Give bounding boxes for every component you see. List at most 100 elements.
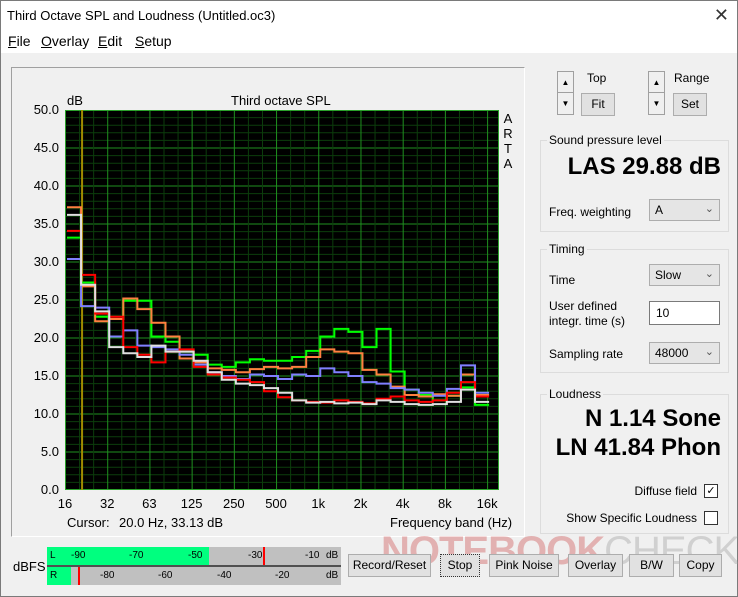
meter-tick: -40 [217,570,232,581]
time-select[interactable]: Slow ⌄ [649,264,720,286]
menu-edit-label: dit [107,33,123,49]
loudness-n-value: N 1.14 Sone [584,405,721,432]
y-tick-label: 25.0 [33,292,59,307]
y-tick-label: 10.0 [33,406,59,421]
range-label: Range [674,71,710,85]
diffuse-field-checkbox[interactable]: ✓ [704,484,718,498]
level-meter: L -90 -70 -50 -30 -10 dB R -80 -60 -40 -… [47,547,341,585]
y-tick-label: 45.0 [33,140,59,155]
top-label: Top [587,71,607,85]
freq-weighting-select[interactable]: A ⌄ [649,199,720,221]
title-bar: Third Octave SPL and Loudness (Untitled.… [1,1,737,31]
spl-plot[interactable] [65,110,499,490]
menu-edit[interactable]: Edit [98,33,122,49]
sampling-rate-value: 48000 [655,346,689,360]
timing-group-title: Timing [547,242,587,256]
pink-noise-button[interactable]: Pink Noise [489,554,559,577]
x-tick-label: 16k [476,496,498,511]
meter-tick: dB [326,550,339,561]
copy-button[interactable]: Copy [679,554,722,577]
meter-tick: -90 [71,550,86,561]
menu-file[interactable]: File [8,33,31,49]
spl-group-title: Sound pressure level [547,133,664,147]
x-tick-label: 2k [353,496,368,511]
meter-tick: -20 [275,570,290,581]
dbfs-label: dBFS [13,559,46,574]
meter-right-row: R -80 -60 -40 -20 dB [47,567,341,585]
integr-time-input[interactable]: 10 [649,301,720,325]
window-title: Third Octave SPL and Loudness (Untitled.… [7,8,276,23]
y-tick-label: 0.0 [40,482,59,497]
specific-loudness-label: Show Specific Loudness [566,511,697,525]
freq-weighting-value: A [655,203,664,217]
arta-letter: R [503,126,513,141]
fit-button[interactable]: Fit [581,93,615,116]
overlay-button[interactable]: Overlay [568,554,623,577]
x-tick-label: 1k [311,496,326,511]
sampling-rate-select[interactable]: 48000 ⌄ [649,342,720,364]
loudness-ln-value: LN 41.84 Phon [555,434,721,461]
x-tick-label: 16 [57,496,73,511]
menu-overlay-label: verlay [51,33,90,49]
meter-left-peak [263,547,266,565]
plot-title: Third octave SPL [231,93,331,108]
meter-tick: dB [326,570,339,581]
close-icon[interactable]: ✕ [714,5,729,26]
y-tick-label: 20.0 [33,330,59,345]
meter-tick: -30 [248,550,263,561]
top-down-icon[interactable]: ▼ [558,93,573,114]
y-unit-label: dB [67,93,83,108]
bw-button[interactable]: B/W [629,554,674,577]
menu-edit-mnemonic: E [98,33,108,49]
menu-overlay-mnemonic: O [41,33,52,49]
menu-overlay[interactable]: Overlay [41,33,89,49]
x-tick-label: 250 [222,496,245,511]
cursor-value: 20.0 Hz, 33.13 dB [119,515,224,530]
range-up-icon[interactable]: ▲ [649,72,664,93]
top-spinner[interactable]: ▲ ▼ [557,71,574,115]
freq-weighting-label: Freq. weighting [549,205,632,219]
arta-brand: A R T A [502,111,514,171]
range-spinner[interactable]: ▲ ▼ [648,71,665,115]
chevron-down-icon: ⌄ [704,346,714,358]
x-tick-label: 500 [265,496,287,511]
y-tick-label: 5.0 [40,444,59,459]
time-label: Time [549,273,576,287]
y-tick-label: 40.0 [33,178,59,193]
meter-right-channel-label: R [50,570,58,581]
meter-right-peak [77,567,80,585]
meter-tick: -50 [188,550,203,561]
chevron-down-icon: ⌄ [704,203,714,215]
range-down-icon[interactable]: ▼ [649,93,664,114]
app-window: Third Octave SPL and Loudness (Untitled.… [0,0,738,597]
y-tick-label: 50.0 [33,102,59,117]
diffuse-field-label: Diffuse field [634,484,697,498]
arta-letter: A [503,156,513,171]
y-tick-label: 35.0 [33,216,59,231]
menu-bar: File Overlay Edit Setup [1,31,737,53]
x-tick-label: 4k [395,496,410,511]
record-reset-button[interactable]: Record/Reset [348,554,431,577]
chevron-down-icon: ⌄ [704,268,714,280]
x-tick-label: 8k [438,496,452,511]
integr-label-2: integr. time (s) [549,314,626,328]
arta-letter: T [504,141,512,156]
meter-tick: -10 [305,550,320,561]
sampling-rate-label: Sampling rate [549,347,624,361]
meter-left-row: L -90 -70 -50 -30 -10 dB [47,547,341,565]
spl-value: LAS 29.88 dB [567,153,721,180]
specific-loudness-checkbox[interactable] [704,511,718,525]
x-axis-label: Frequency band (Hz) [390,515,513,530]
menu-setup[interactable]: Setup [135,33,172,49]
x-tick-label: 125 [180,496,203,511]
set-button[interactable]: Set [673,93,707,116]
x-tick-label: 32 [99,496,115,511]
integr-label-1: User defined [549,299,618,313]
meter-tick: -80 [100,570,115,581]
stop-button[interactable]: Stop [440,554,480,577]
menu-file-label: ile [16,33,31,49]
cursor-label: Cursor: [67,515,110,530]
top-up-icon[interactable]: ▲ [558,72,573,93]
x-tick-label: 63 [142,496,157,511]
meter-tick: -70 [129,550,144,561]
